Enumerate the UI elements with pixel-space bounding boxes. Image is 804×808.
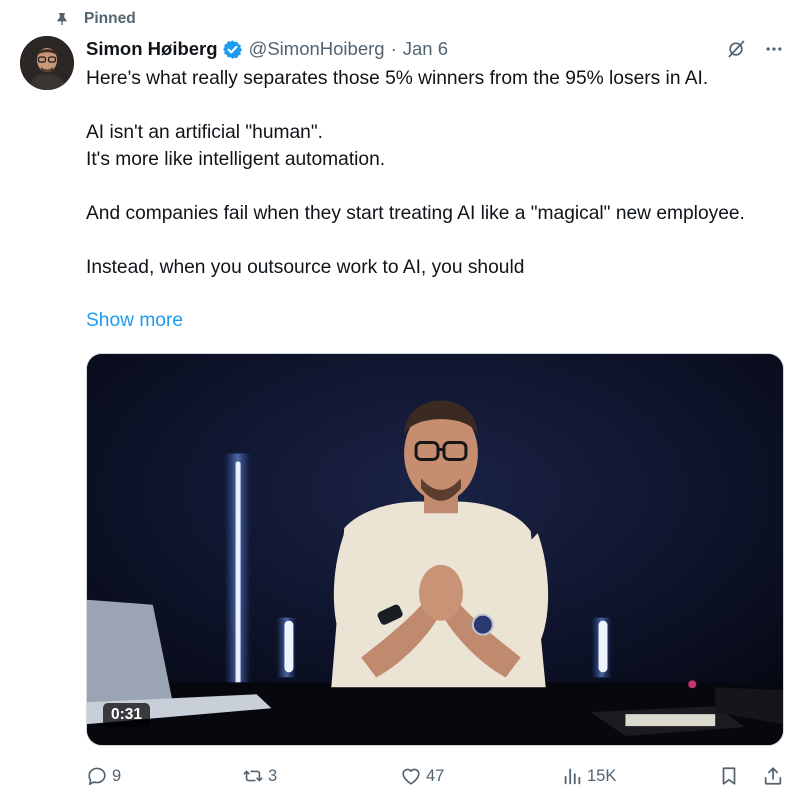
tweet-header: Simon Høiberg @SimonHoiberg · Jan 6	[86, 37, 784, 61]
like-count: 47	[426, 766, 445, 785]
share-button[interactable]	[762, 762, 788, 790]
reply-icon	[88, 767, 106, 786]
tweet-line: Instead, when you outsource work to AI, …	[86, 257, 525, 278]
tweet-actions-bar: 9 3 47 15K	[86, 762, 784, 790]
views-count: 15K	[587, 766, 617, 785]
author-handle[interactable]: @SimonHoiberg	[249, 38, 385, 60]
grok-icon[interactable]	[726, 39, 746, 59]
tweet-date[interactable]: Jan 6	[403, 38, 448, 60]
like-button[interactable]: 47	[400, 762, 444, 790]
reply-count: 9	[112, 766, 122, 785]
repost-icon	[243, 770, 263, 782]
video-player[interactable]: 0:31	[86, 353, 784, 746]
tweet-line: And companies fail when they start treat…	[86, 203, 745, 224]
views-button[interactable]: 15K	[561, 762, 616, 790]
reply-button[interactable]: 9	[86, 762, 121, 790]
like-icon	[402, 768, 420, 785]
repost-button[interactable]: 3	[242, 762, 277, 790]
pinned-indicator: Pinned	[54, 8, 136, 30]
more-icon[interactable]	[764, 39, 784, 59]
pin-icon	[57, 13, 67, 25]
tweet-line: Here's what really separates those 5% wi…	[86, 68, 709, 89]
author-name[interactable]: Simon Høiberg	[86, 38, 218, 60]
bookmark-icon	[722, 767, 736, 785]
tweet-line: It's more like intelligent automation.	[86, 149, 386, 170]
avatar[interactable]	[20, 36, 74, 90]
tweet-line: AI isn't an artificial "human".	[86, 122, 323, 143]
views-icon	[564, 768, 581, 785]
pinned-label: Pinned	[84, 10, 136, 27]
repost-count: 3	[268, 766, 278, 785]
share-icon	[764, 767, 782, 785]
bookmark-button[interactable]	[718, 762, 744, 790]
video-duration-badge: 0:31	[103, 703, 151, 727]
header-actions	[726, 39, 784, 59]
separator-dot: ·	[390, 38, 397, 59]
show-more-link[interactable]: Show more	[86, 307, 183, 334]
verified-badge-icon[interactable]	[222, 39, 243, 60]
tweet-text: Here's what really separates those 5% wi…	[86, 65, 786, 281]
video-thumbnail	[87, 354, 783, 745]
